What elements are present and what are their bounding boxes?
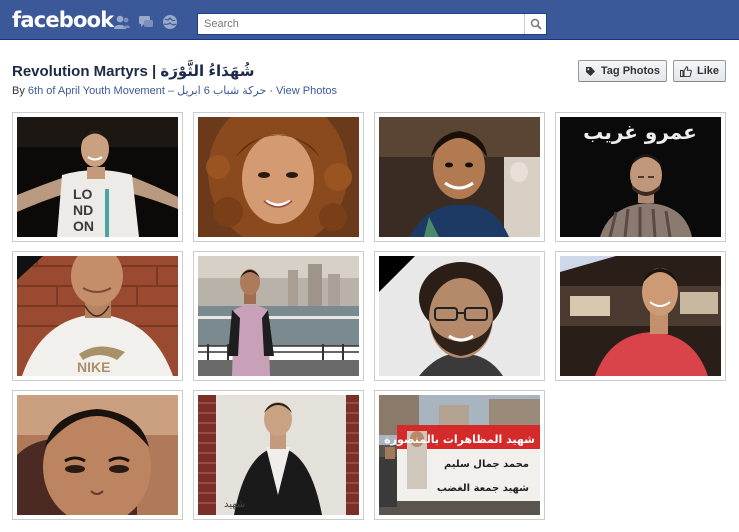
album-actions: Tag Photos Like bbox=[577, 60, 726, 82]
svg-text:LO: LO bbox=[73, 186, 93, 202]
facebook-logo[interactable]: facebook bbox=[12, 9, 114, 31]
top-bar: facebook bbox=[0, 0, 739, 40]
tag-photos-label: Tag Photos bbox=[600, 65, 660, 77]
tag-photos-button[interactable]: Tag Photos bbox=[577, 60, 667, 82]
photo-image bbox=[379, 117, 540, 237]
byline-prefix: By bbox=[12, 85, 25, 97]
like-button[interactable]: Like bbox=[672, 60, 726, 82]
photo-thumbnail[interactable]: عمرو غريب bbox=[555, 112, 726, 242]
album-owner-link[interactable]: 6th of April Youth Movement – حركة شباب … bbox=[28, 85, 266, 97]
album-byline: By 6th of April Youth Movement – حركة شب… bbox=[12, 84, 337, 97]
photo-image bbox=[379, 256, 540, 376]
photo-thumbnail[interactable]: LO ND ON bbox=[12, 112, 183, 242]
view-photos-link[interactable]: View Photos bbox=[276, 85, 337, 97]
photo-caption: عمرو غريب bbox=[583, 120, 697, 144]
banner-line-2: محمد جمال سليم bbox=[444, 459, 529, 470]
photo-image bbox=[198, 117, 359, 237]
thumbs-up-icon bbox=[679, 65, 692, 77]
photo-image: عمرو غريب bbox=[560, 117, 721, 237]
photo-thumbnail[interactable] bbox=[374, 251, 545, 381]
photo-thumbnail[interactable] bbox=[193, 251, 364, 381]
photo-image: NIKE bbox=[17, 256, 178, 376]
photo-thumbnail[interactable] bbox=[12, 390, 183, 520]
banner-line-3: شهيد جمعة الغضب bbox=[437, 483, 529, 494]
photo-thumbnail[interactable]: شهيد المظاهرات بالمنصورة محمد جمال سليم … bbox=[374, 390, 545, 520]
friend-requests-icon[interactable] bbox=[113, 14, 131, 30]
photo-grid: LO ND ON عمرو غريب NIKE شهيد شهيد المظاه… bbox=[12, 112, 726, 520]
svg-text:ND: ND bbox=[73, 202, 93, 218]
search-input[interactable] bbox=[198, 14, 524, 34]
search-box bbox=[197, 13, 547, 35]
photo-image bbox=[560, 256, 721, 376]
banner-line-1: شهيد المظاهرات بالمنصورة bbox=[384, 433, 535, 446]
album-title: Revolution Martyrs | شُهَدَاءُ الثَّوْرَ… bbox=[12, 63, 255, 80]
photo-image bbox=[198, 256, 359, 376]
search-button[interactable] bbox=[524, 14, 546, 34]
photo-thumbnail[interactable] bbox=[555, 251, 726, 381]
photo-thumbnail[interactable] bbox=[193, 112, 364, 242]
svg-text:ON: ON bbox=[73, 218, 94, 234]
byline-separator: · bbox=[269, 85, 273, 97]
photo-image: LO ND ON bbox=[17, 117, 178, 237]
photo-image: شهيد bbox=[198, 395, 359, 515]
tag-icon bbox=[585, 66, 595, 76]
like-label: Like bbox=[696, 65, 719, 77]
search-icon bbox=[530, 18, 542, 30]
svg-text:NIKE: NIKE bbox=[77, 359, 110, 375]
photo-thumbnail[interactable]: شهيد bbox=[193, 390, 364, 520]
photo-thumbnail[interactable] bbox=[374, 112, 545, 242]
photo-image bbox=[17, 395, 178, 515]
messages-icon[interactable] bbox=[137, 14, 155, 30]
photo-thumbnail[interactable]: NIKE bbox=[12, 251, 183, 381]
svg-text:شهيد: شهيد bbox=[224, 499, 245, 510]
notifications-icon[interactable] bbox=[161, 14, 179, 30]
notification-jewels bbox=[113, 14, 179, 30]
photo-image: شهيد المظاهرات بالمنصورة محمد جمال سليم … bbox=[379, 395, 540, 515]
